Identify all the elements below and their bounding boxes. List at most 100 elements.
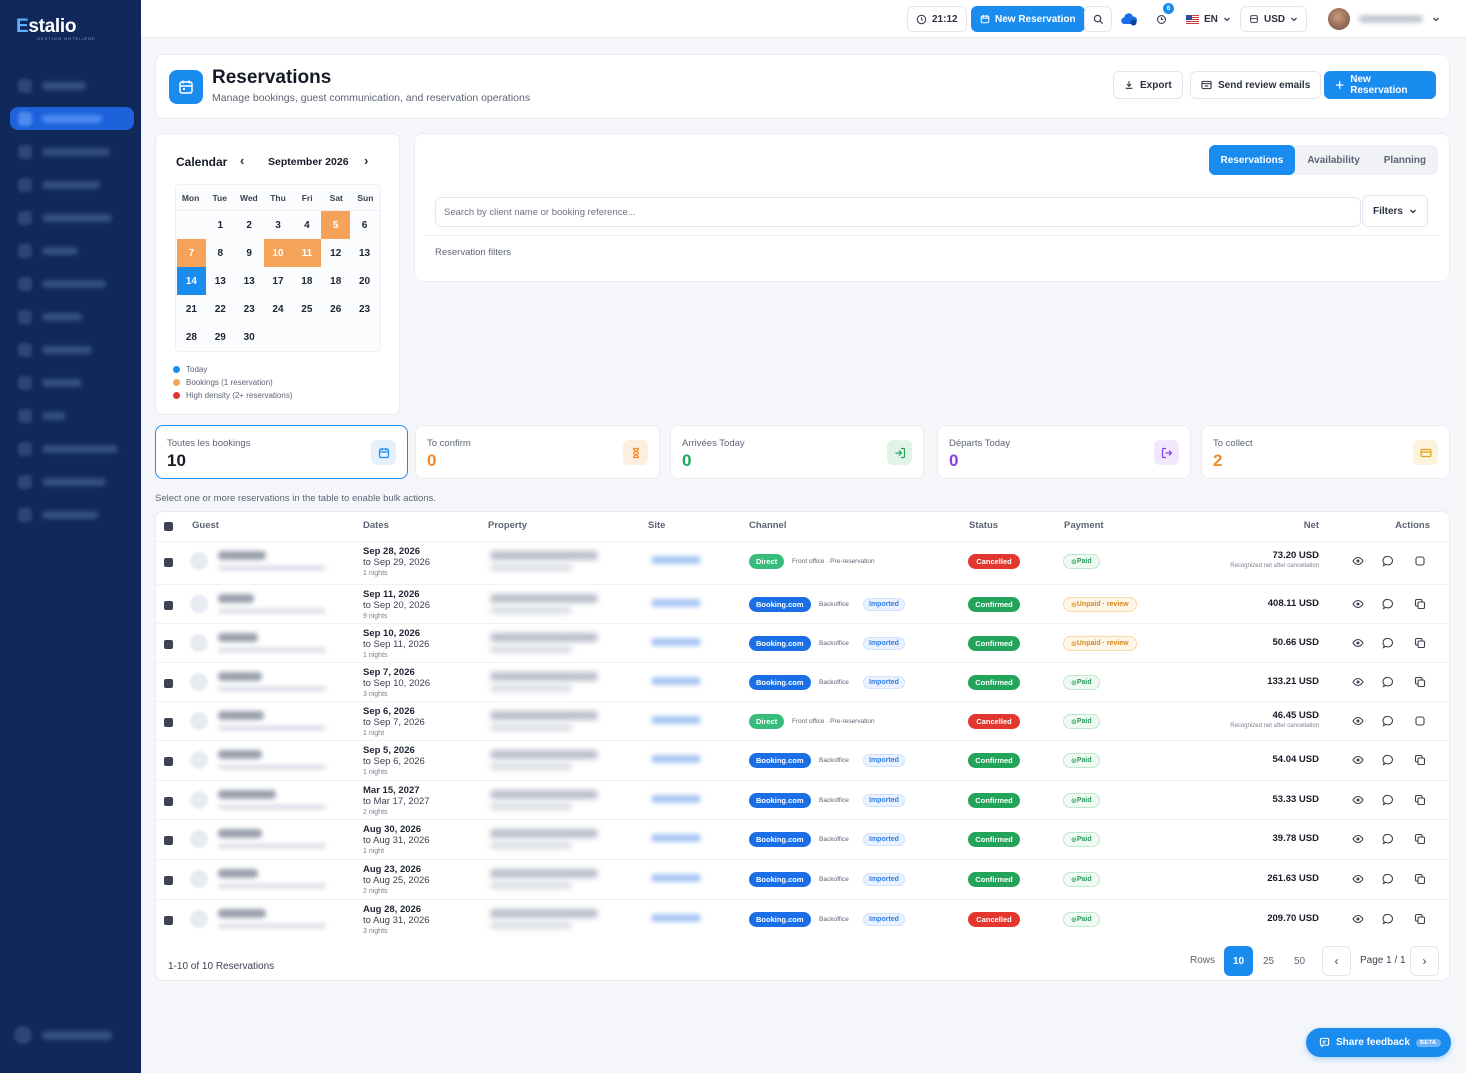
guest-name[interactable] [218,909,266,918]
site-link[interactable] [651,677,701,685]
column-dates[interactable]: Dates [363,520,389,531]
next-page-button[interactable]: › [1410,946,1439,976]
reservation-filters-label[interactable]: Reservation filters [435,247,511,258]
table-row[interactable]: Aug 23, 2026 to Aug 25, 2026 2 nights Booki… [156,859,1449,898]
site-link[interactable] [651,795,701,803]
guest-name[interactable] [218,711,264,720]
payment-badge[interactable]: ⊙ Paid [1063,912,1100,927]
calendar-day[interactable]: 5 [321,211,351,239]
guest-name[interactable] [218,633,258,642]
calendar-day[interactable]: 18 [321,267,350,295]
new-reservation-button[interactable]: New Reservation [1324,71,1436,99]
message-button[interactable] [1382,676,1394,688]
column-payment[interactable]: Payment [1064,520,1104,531]
table-row[interactable]: Sep 5, 2026 to Sep 6, 2026 1 nights Booking… [156,740,1449,779]
message-button[interactable] [1382,873,1394,885]
payment-badge[interactable]: ⊙ Paid [1063,554,1100,569]
more-button[interactable] [1414,715,1426,727]
table-row[interactable]: Sep 28, 2026 to Sep 29, 2026 1 nights Direc… [156,541,1449,580]
page-size-10[interactable]: 10 [1224,946,1253,976]
payment-badge[interactable]: ⊙ Unpaid · review [1063,636,1137,651]
search-input[interactable]: Search by client name or booking referen… [435,197,1361,227]
calendar-day[interactable]: 13 [206,267,235,295]
table-row[interactable]: Aug 28, 2026 to Aug 31, 2026 3 nights Booki… [156,899,1449,938]
table-row[interactable]: Sep 6, 2026 to Sep 7, 2026 1 night Direct Fr… [156,701,1449,740]
view-button[interactable] [1352,637,1364,649]
row-checkbox[interactable] [164,558,173,567]
calendar-day[interactable]: 12 [321,239,350,267]
guest-name[interactable] [218,594,254,603]
message-button[interactable] [1382,555,1394,567]
table-row[interactable]: Mar 15, 2027 to Mar 17, 2027 2 nights Booki… [156,780,1449,819]
view-button[interactable] [1352,676,1364,688]
site-link[interactable] [651,914,701,922]
site-link[interactable] [651,638,701,646]
guest-name[interactable] [218,672,262,681]
calendar-day[interactable]: 23 [350,295,379,323]
calendar-day[interactable]: 30 [235,323,264,351]
calendar-prev-button[interactable]: ‹ [240,153,244,168]
view-button[interactable] [1352,555,1364,567]
column-channel[interactable]: Channel [749,520,786,531]
message-button[interactable] [1382,833,1394,845]
sidebar-item[interactable] [10,272,134,295]
sidebar-item[interactable] [10,437,134,460]
duplicate-button[interactable] [1414,913,1426,925]
calendar-day[interactable]: 25 [292,295,321,323]
row-checkbox[interactable] [164,757,173,766]
payment-badge[interactable]: ⊙ Paid [1063,872,1100,887]
sidebar-item[interactable] [10,74,134,97]
sidebar-item[interactable] [10,338,134,361]
duplicate-button[interactable] [1414,598,1426,610]
table-row[interactable]: Sep 10, 2026 to Sep 11, 2026 1 nights Booki… [156,623,1449,662]
sidebar-item[interactable] [10,305,134,328]
share-feedback-button[interactable]: Share feedback BETA [1306,1028,1451,1057]
calendar-day[interactable]: 20 [350,267,379,295]
table-row[interactable]: Sep 11, 2026 to Sep 20, 2026 9 nights Booki… [156,584,1449,623]
calendar-day[interactable]: 23 [235,295,264,323]
column-guest[interactable]: Guest [192,520,219,531]
column-site[interactable]: Site [648,520,665,531]
tab-reservations[interactable]: Reservations [1208,145,1296,175]
view-button[interactable] [1352,715,1364,727]
calendar-day[interactable]: 13 [235,267,264,295]
payment-badge[interactable]: ⊙ Paid [1063,793,1100,808]
row-checkbox[interactable] [164,836,173,845]
duplicate-button[interactable] [1414,637,1426,649]
app-logo[interactable]: Estalio [16,16,77,38]
site-link[interactable] [651,716,701,724]
site-link[interactable] [651,834,701,842]
view-button[interactable] [1352,794,1364,806]
row-checkbox[interactable] [164,718,173,727]
calendar-next-button[interactable]: › [364,153,368,168]
stat-card[interactable]: Arrivées Today 0 [670,425,924,479]
payment-badge[interactable]: ⊙ Unpaid · review [1063,597,1137,612]
calendar-day[interactable]: 10 [263,239,293,267]
tab-availability[interactable]: Availability [1295,145,1371,175]
calendar-day[interactable]: 13 [350,239,379,267]
sidebar-item[interactable] [10,140,134,163]
sidebar-item[interactable] [10,239,134,262]
calendar-day[interactable]: 14 [177,267,206,295]
row-checkbox[interactable] [164,797,173,806]
row-checkbox[interactable] [164,601,173,610]
stat-card[interactable]: Départs Today 0 [937,425,1191,479]
duplicate-button[interactable] [1414,754,1426,766]
view-button[interactable] [1352,873,1364,885]
guest-name[interactable] [218,790,276,799]
view-button[interactable] [1352,598,1364,610]
calendar-day[interactable]: 8 [206,239,235,267]
calendar-day[interactable]: 4 [292,211,321,239]
page-size-25[interactable]: 25 [1254,946,1283,976]
stat-card[interactable]: To collect 2 [1201,425,1450,479]
row-checkbox[interactable] [164,679,173,688]
calendar-day[interactable]: 29 [206,323,235,351]
view-button[interactable] [1352,833,1364,845]
row-checkbox[interactable] [164,876,173,885]
payment-badge[interactable]: ⊙ Paid [1063,753,1100,768]
view-button[interactable] [1352,913,1364,925]
guest-name[interactable] [218,750,262,759]
sidebar-item[interactable] [10,503,134,526]
payment-badge[interactable]: ⊙ Paid [1063,675,1100,690]
calendar-day[interactable]: 21 [177,295,206,323]
